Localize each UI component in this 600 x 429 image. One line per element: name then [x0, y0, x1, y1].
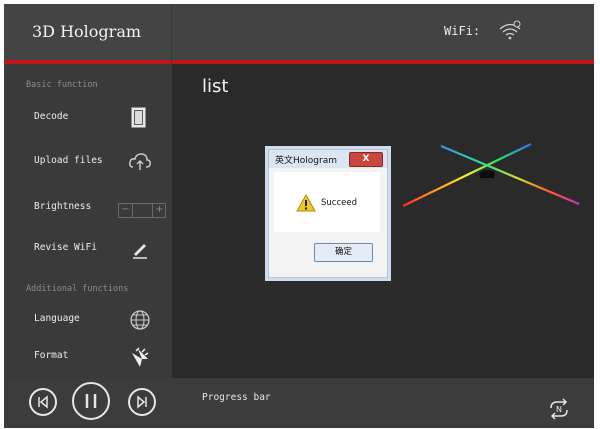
sidebar: 3D Hologram Basic function Decode Upload…: [4, 4, 171, 428]
pause-button[interactable]: [72, 382, 110, 420]
sidebar-item-revise-wifi[interactable]: Revise WiFi: [4, 231, 171, 267]
skip-next-icon: [137, 395, 147, 409]
progress-area: Progress bar N: [172, 378, 594, 428]
sidebar-item-brightness: Brightness − +: [4, 190, 171, 226]
brightness-decrease-button[interactable]: −: [119, 204, 133, 217]
wifi-label: WiFi:: [444, 24, 481, 38]
sidebar-item-label: Language: [34, 313, 80, 324]
skip-previous-icon: [38, 395, 48, 409]
dialog-title: 英文Hologram: [275, 156, 337, 166]
progress-bar-label: Progress bar: [202, 392, 271, 403]
dialog-message: Succeed: [321, 198, 357, 208]
brightness-stepper: − +: [118, 203, 166, 218]
cloud-upload-icon: [126, 148, 154, 176]
section-additional-functions: Additional functions: [26, 284, 129, 294]
section-basic-function: Basic function: [26, 80, 98, 90]
app-window: 3D Hologram Basic function Decode Upload…: [4, 4, 594, 428]
pause-icon: [85, 394, 97, 408]
playback-controls: [4, 378, 171, 428]
sidebar-item-label: Decode: [34, 111, 69, 122]
sidebar-item-label: Format: [34, 350, 69, 361]
sidebar-item-language[interactable]: Language: [4, 302, 171, 338]
next-button[interactable]: [128, 388, 156, 416]
dialog-ok-button[interactable]: 确定: [314, 243, 373, 262]
sidebar-item-upload-files[interactable]: Upload files: [4, 144, 171, 180]
sidebar-item-decode[interactable]: Decode: [4, 100, 171, 136]
hologram-fan-image: [402, 143, 580, 207]
sidebar-item-format[interactable]: Format: [4, 339, 171, 375]
dialog-title-bar: 英文Hologram X: [269, 150, 387, 168]
svg-text:N: N: [556, 405, 562, 414]
sidebar-item-label: Revise WiFi: [34, 242, 97, 253]
format-icon: [126, 343, 154, 371]
brightness-increase-button[interactable]: +: [152, 204, 166, 217]
dialog-body: Succeed: [274, 172, 380, 232]
top-bar: WiFi:: [172, 4, 594, 64]
document-icon: [124, 104, 152, 132]
sidebar-item-label: Upload files: [34, 155, 103, 166]
app-title: 3D Hologram: [32, 22, 142, 41]
message-dialog: 英文Hologram X Succeed 确定: [268, 149, 388, 278]
globe-icon: [126, 306, 154, 334]
brand-header: 3D Hologram: [4, 4, 171, 64]
loop-icon[interactable]: N: [546, 396, 572, 422]
dialog-close-button[interactable]: X: [349, 152, 383, 167]
wifi-icon[interactable]: [496, 17, 524, 45]
list-title: list: [202, 76, 229, 97]
previous-button[interactable]: [29, 388, 57, 416]
warning-icon: [296, 194, 316, 212]
sidebar-item-label: Brightness: [34, 201, 92, 212]
pencil-icon: [125, 235, 153, 263]
